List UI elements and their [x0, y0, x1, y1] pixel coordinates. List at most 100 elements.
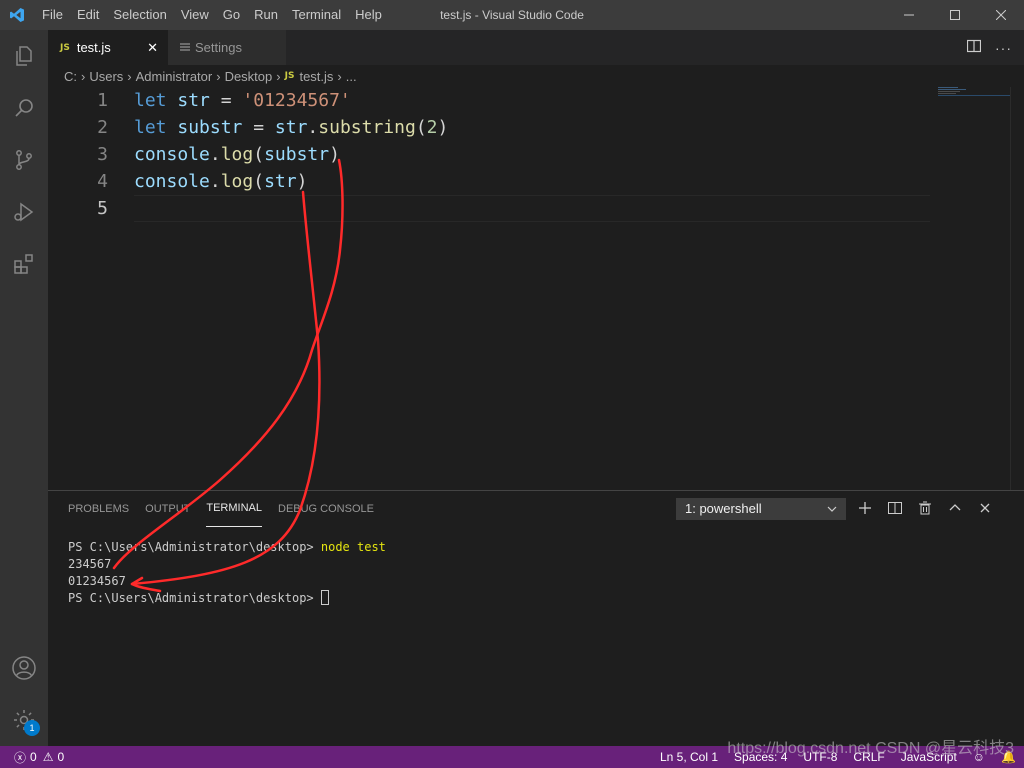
- breadcrumb: C: › Users › Administrator › Desktop › J…: [48, 65, 357, 87]
- bottom-panel: PROBLEMS OUTPUT TERMINAL DEBUG CONSOLE 1: p…: [48, 490, 1024, 746]
- cursor-position[interactable]: Ln 5, Col 1: [652, 750, 726, 764]
- error-count: 0: [30, 750, 37, 764]
- menu-view[interactable]: View: [174, 0, 216, 30]
- code-line: 1 let str = '01234567': [48, 87, 938, 114]
- maximize-button[interactable]: [932, 0, 978, 30]
- menu-go[interactable]: Go: [216, 0, 247, 30]
- menu-selection[interactable]: Selection: [106, 0, 173, 30]
- breadcrumb-item[interactable]: Users: [89, 69, 123, 84]
- chevron-right-icon: ›: [337, 68, 342, 84]
- terminal-line: 234567: [68, 557, 112, 571]
- code-token: str: [264, 171, 297, 192]
- code-token: (: [253, 171, 265, 192]
- panel-tabs: PROBLEMS OUTPUT TERMINAL DEBUG CONSOLE: [60, 491, 382, 527]
- menu-run[interactable]: Run: [247, 0, 285, 30]
- terminal-select-value: 1: powershell: [685, 501, 762, 516]
- error-icon: ⓧ: [14, 750, 27, 765]
- close-icon[interactable]: ✕: [147, 40, 158, 56]
- panel-tab-terminal[interactable]: TERMINAL: [206, 491, 262, 527]
- chevron-right-icon: ›: [276, 68, 281, 84]
- tab-test-js[interactable]: JS test.js ✕: [48, 30, 168, 65]
- chevron-right-icon: ›: [127, 68, 132, 84]
- code-token: .: [307, 117, 319, 138]
- menu-help[interactable]: Help: [348, 0, 389, 30]
- line-number: 2: [97, 117, 108, 138]
- chevron-up-icon[interactable]: [948, 501, 962, 518]
- explorer-icon[interactable]: [0, 30, 48, 82]
- split-icon[interactable]: [888, 501, 902, 518]
- code-token: 2: [426, 117, 438, 138]
- window-controls: [886, 0, 1024, 30]
- panel-actions: [858, 491, 992, 527]
- editor-actions: ···: [966, 30, 1012, 65]
- settings-icon: [180, 40, 190, 55]
- code-text: let substr = str.substring(2): [134, 114, 448, 141]
- editor-tabs: JS test.js ✕ Settings ···: [48, 30, 1024, 65]
- chevron-right-icon: ›: [216, 68, 221, 84]
- code-token: str: [177, 90, 210, 111]
- code-line: 4 console.log(str): [48, 168, 938, 195]
- code-line: 3 console.log(substr): [48, 141, 938, 168]
- chevron-right-icon: ›: [81, 68, 86, 84]
- tab-settings[interactable]: Settings: [168, 30, 286, 65]
- minimize-button[interactable]: [886, 0, 932, 30]
- code-line: 5: [48, 195, 938, 222]
- close-icon[interactable]: [978, 501, 992, 518]
- breadcrumb-item[interactable]: C:: [64, 69, 77, 84]
- account-icon[interactable]: [0, 642, 48, 694]
- breadcrumb-more[interactable]: ...: [346, 69, 357, 84]
- manage-badge: 1: [24, 720, 40, 736]
- problems-status[interactable]: ⓧ 0 ⚠ 0: [0, 749, 64, 766]
- line-number: 5: [97, 198, 108, 219]
- code-editor[interactable]: 1 let str = '01234567' 2 let substr = str.s…: [48, 87, 1024, 490]
- js-file-icon: JS: [60, 42, 70, 53]
- extensions-icon[interactable]: [0, 238, 48, 290]
- code-token: str: [274, 117, 308, 138]
- panel-tab-problems[interactable]: PROBLEMS: [68, 491, 129, 527]
- code-token: ): [296, 171, 308, 192]
- watermark: https://blog.csdn.net CSDN @星云科技3: [727, 740, 1014, 757]
- line-number: 1: [97, 90, 108, 111]
- code-text: console.log(substr): [134, 141, 340, 168]
- activity-bar-bottom: 1: [0, 642, 48, 746]
- breadcrumb-item[interactable]: Desktop: [225, 69, 273, 84]
- tab-label: Settings: [195, 40, 242, 55]
- breadcrumb-file[interactable]: test.js: [299, 69, 333, 84]
- terminal-output[interactable]: PS C:\Users\Administrator\desktop> node …: [68, 539, 386, 607]
- code-token: substring: [318, 117, 416, 138]
- code-text: console.log(str): [134, 168, 307, 195]
- manage-gear-icon[interactable]: 1: [0, 694, 48, 746]
- minimap[interactable]: [938, 87, 1010, 97]
- code-token: log: [220, 144, 254, 165]
- breadcrumb-item[interactable]: Administrator: [136, 69, 213, 84]
- terminal-select[interactable]: 1: powershell: [676, 498, 846, 520]
- split-editor-icon[interactable]: [966, 39, 982, 56]
- trash-icon[interactable]: [918, 501, 932, 518]
- menu-edit[interactable]: Edit: [70, 0, 106, 30]
- close-window-button[interactable]: [978, 0, 1024, 30]
- menu-bar: File Edit Selection View Go Run Terminal Help: [34, 0, 389, 30]
- warning-icon: ⚠: [42, 750, 54, 764]
- code-token: =: [242, 117, 275, 138]
- add-icon[interactable]: [858, 501, 872, 518]
- activity-bar: 1: [0, 30, 48, 746]
- code-token: =: [209, 90, 243, 111]
- tab-label: test.js: [76, 40, 111, 55]
- menu-terminal[interactable]: Terminal: [285, 0, 348, 30]
- code-token: (: [415, 117, 427, 138]
- more-actions-icon[interactable]: ···: [995, 40, 1012, 56]
- run-debug-icon[interactable]: [0, 186, 48, 238]
- editor-scrollbar[interactable]: [1010, 87, 1024, 490]
- menu-file[interactable]: File: [34, 0, 70, 30]
- source-control-icon[interactable]: [0, 134, 48, 186]
- panel-tab-output[interactable]: OUTPUT: [145, 491, 190, 527]
- terminal-line: PS C:\Users\Administrator\desktop> node …: [68, 540, 386, 554]
- panel-tab-debug-console[interactable]: DEBUG CONSOLE: [278, 491, 374, 527]
- code-line: 2 let substr = str.substring(2): [48, 114, 938, 141]
- code-text: let str = '01234567': [134, 87, 351, 114]
- code-token: let: [134, 90, 167, 111]
- search-icon[interactable]: [0, 82, 48, 134]
- code-token: ): [329, 144, 340, 165]
